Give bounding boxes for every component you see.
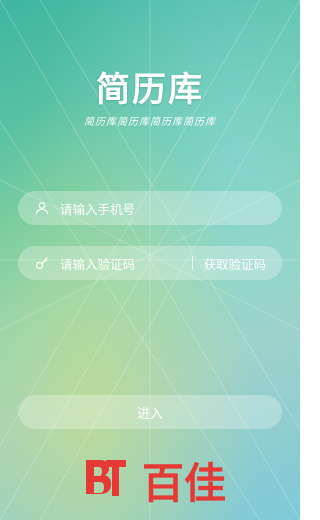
enter-button[interactable]: 进入 xyxy=(18,395,282,429)
watermark-text: 百佳 xyxy=(142,459,226,508)
phone-field[interactable]: 请输入手机号 xyxy=(18,191,282,225)
app-logo-title: 简历库 xyxy=(96,70,204,110)
app-slogan: 简历库简历库简历库简历库 xyxy=(84,117,216,128)
user-icon xyxy=(34,200,50,216)
watermark-logo: 百佳 xyxy=(86,459,226,508)
phone-input-placeholder[interactable]: 请输入手机号 xyxy=(60,199,282,218)
get-code-button[interactable]: 获取验证码 xyxy=(203,254,266,273)
code-field[interactable]: 请输入验证码 获取验证码 xyxy=(18,246,282,280)
code-divider xyxy=(192,256,194,270)
key-icon xyxy=(34,255,50,271)
code-input-placeholder[interactable]: 请输入验证码 xyxy=(60,254,192,273)
login-screen: 简历库 简历库简历库简历库简历库 请输入手机号 请输入验证码 获取验证码 进入 … xyxy=(0,0,300,520)
